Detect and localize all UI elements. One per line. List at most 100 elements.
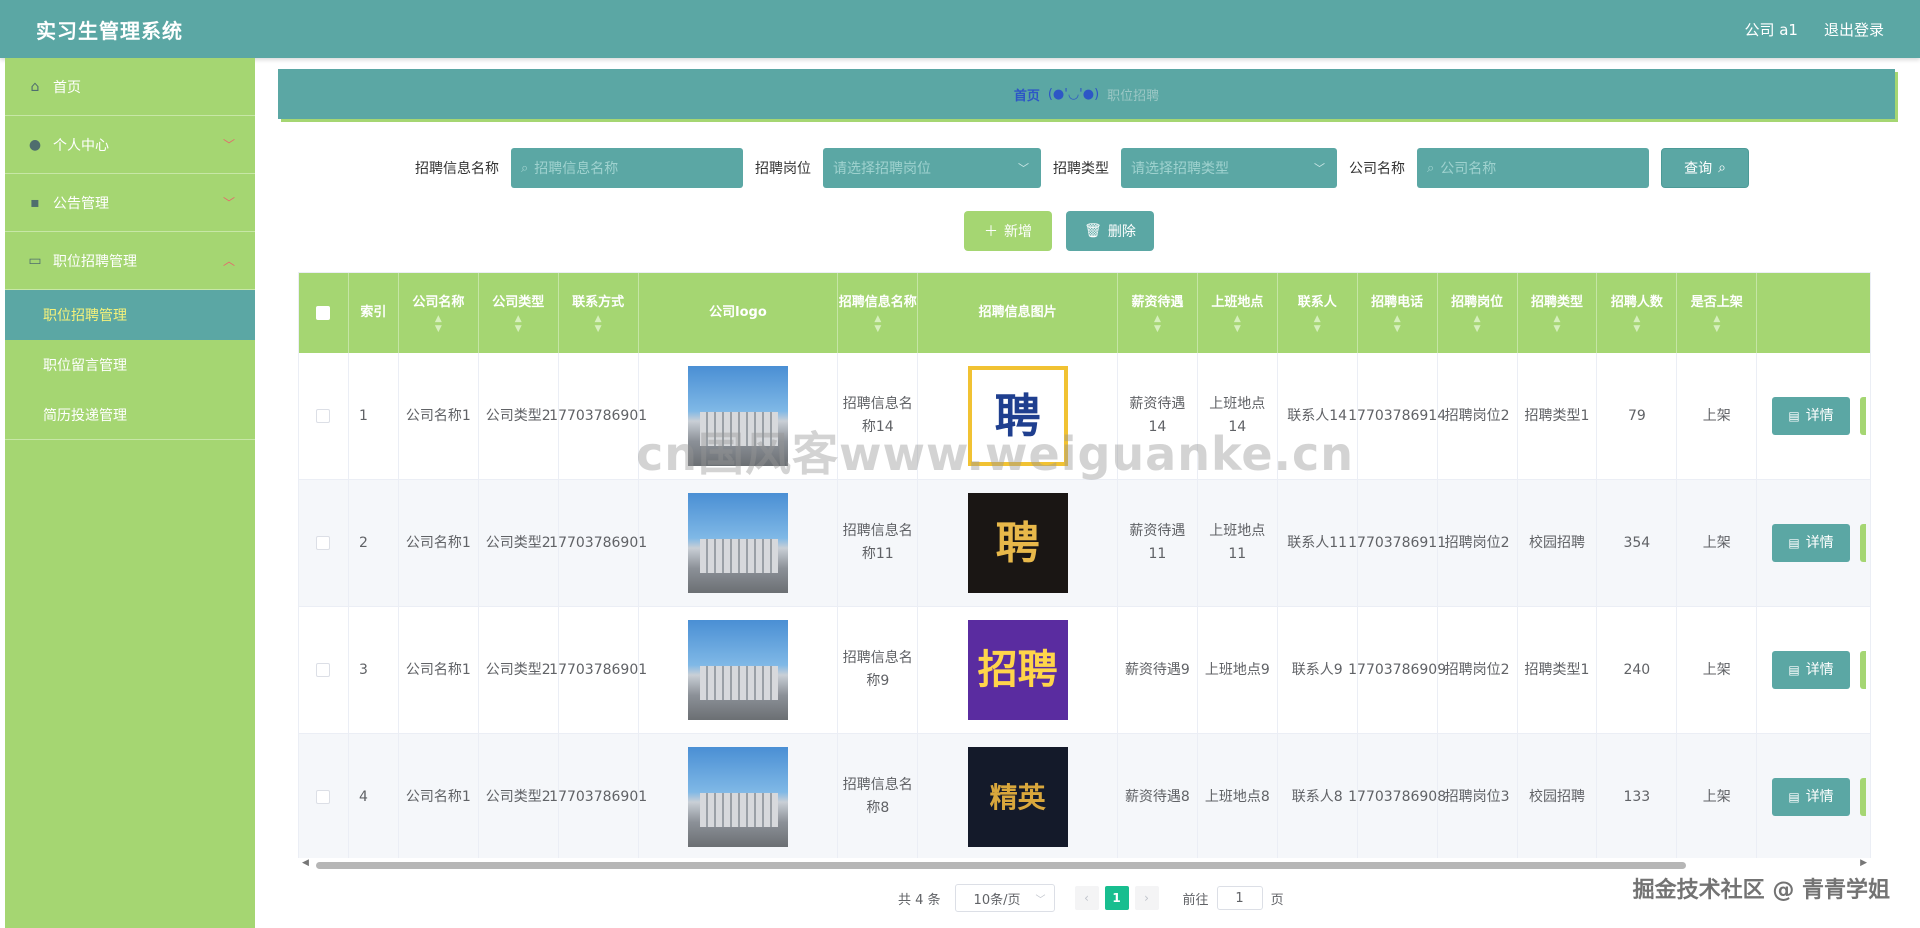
submenu-job-message[interactable]: 职位留言管理 [5,340,255,390]
recruit-poster-image[interactable]: 聘 [967,493,1068,593]
edit-button[interactable] [1860,651,1867,689]
th-logo-label: 公司logo [709,305,767,320]
company-logo-image[interactable] [688,493,788,593]
th-person[interactable]: 联系人 ▲ ▼ [1278,273,1358,353]
table-header: 索引 公司名称 ▲ ▼ 公司类型 ▲ ▼ 联系方式 ▲ ▼ 公司logo 招聘信息名称 ▲ ▼ … [299,273,1870,353]
row-select-cell [299,353,349,479]
app-title: 实习生管理系统 [36,18,183,43]
company-logo-image[interactable] [688,747,788,847]
th-info-pic[interactable]: 招聘信息图片 [918,273,1118,353]
page-number[interactable]: 1 [1104,886,1129,910]
th-contact[interactable]: 联系方式 ▲ ▼ [559,273,639,353]
cell-rtype: 招聘类型1 [1518,353,1598,479]
current-user[interactable]: 公司 a1 [1744,19,1798,40]
edit-button[interactable] [1860,524,1867,562]
row-checkbox[interactable] [316,790,331,804]
name-placeholder: 招聘信息名称 [534,161,619,177]
th-rtype[interactable]: 招聘类型 ▲ ▼ [1518,273,1598,353]
goto-input[interactable]: 1 [1216,886,1263,910]
menu-notice[interactable]: ▪ 公告管理 ﹀ [5,174,255,232]
recruit-poster-image[interactable]: 招聘 [967,620,1068,720]
chevron-up-icon: ︿ [222,254,235,268]
th-online-label: 是否上架 [1690,295,1743,310]
row-select-cell [299,480,349,606]
pager-total: 共 4 条 [898,892,941,908]
logout-button[interactable]: 退出登录 [1824,19,1884,40]
cell-online: 上架 [1677,734,1758,860]
cell-location: 上班地点11 [1198,480,1278,606]
chevron-down-icon: ﹀ [1018,162,1029,175]
page-size-select[interactable]: 10条/页 ﹀ [954,884,1055,912]
prev-page-button[interactable]: ‹ [1074,886,1099,910]
post-select[interactable]: 请选择招聘岗位 ﹀ [823,148,1041,188]
horizontal-scrollbar[interactable]: ◀ ▶ [298,858,1871,872]
cell-contact: 17703786901 [549,353,647,479]
company-search-input[interactable]: ⌕ 公司名称 [1417,148,1649,188]
edit-button[interactable] [1860,397,1867,435]
submenu-resume[interactable]: 简历投递管理 [5,390,255,440]
name-label: 招聘信息名称 [415,161,499,177]
breadcrumb: 首页 (●'◡'●) 职位招聘 [278,69,1895,119]
detail-button[interactable]: ▤ 详情 [1772,524,1851,562]
recruit-poster-image[interactable]: 精英 [967,747,1068,847]
menu-home[interactable]: ⌂ 首页 [5,58,255,116]
document-icon: ▤ [1788,535,1800,550]
goto-label: 前往 [1182,892,1209,908]
add-button[interactable]: ＋ 新增 [964,211,1052,251]
menu-notice-label: 公告管理 [53,195,109,212]
cell-salary: 薪资待遇11 [1118,480,1198,606]
cell-contact: 17703786901 [549,734,647,860]
cell-info-name: 招聘信息名称8 [838,734,919,860]
menu-jobs[interactable]: ▭ 职位招聘管理 ︿ [5,232,255,290]
row-select-cell [299,607,349,733]
cell-company: 公司名称1 [399,353,479,479]
query-button[interactable]: 查询 ⌕ [1661,148,1749,188]
th-salary-label: 薪资待遇 [1131,295,1184,310]
company-logo-image[interactable] [688,620,788,720]
cell-count: 79 [1597,353,1678,479]
th-phone[interactable]: 招聘电话 ▲ ▼ [1358,273,1438,353]
th-actions [1757,273,1870,353]
row-checkbox[interactable] [316,536,331,550]
breadcrumb-home[interactable]: 首页 [1014,85,1040,104]
row-checkbox[interactable] [316,663,331,677]
th-count[interactable]: 招聘人数 ▲ ▼ [1597,273,1678,353]
detail-button[interactable]: ▤ 详情 [1772,397,1851,435]
cell-logo [639,734,839,860]
sort-icon: ▲ ▼ [1553,314,1561,334]
cell-location: 上班地点9 [1198,607,1278,733]
cell-actions: ▤ 详情 [1757,734,1870,860]
chevron-down-icon: ﹀ [222,196,235,210]
plus-icon: ＋ [984,224,998,240]
detail-button[interactable]: ▤ 详情 [1772,778,1851,816]
type-select[interactable]: 请选择招聘类型 ﹀ [1121,148,1337,188]
th-online[interactable]: 是否上架 ▲ ▼ [1677,273,1758,353]
chevron-down-icon: ﹀ [1314,162,1325,175]
edit-button[interactable] [1860,778,1867,816]
scroll-left-icon[interactable]: ◀ [302,858,309,868]
th-post[interactable]: 招聘岗位 ▲ ▼ [1438,273,1518,353]
scrollbar-thumb[interactable] [316,862,1686,869]
next-page-button[interactable]: › [1134,886,1159,910]
cell-actions: ▤ 详情 [1757,607,1870,733]
scroll-right-icon[interactable]: ▶ [1860,858,1867,868]
menu-personal-center[interactable]: ● 个人中心 ﹀ [5,116,255,174]
th-company[interactable]: 公司名称 ▲ ▼ [399,273,479,353]
cell-contact: 17703786901 [549,480,647,606]
th-logo[interactable]: 公司logo [639,273,839,353]
detail-label: 详情 [1805,407,1834,424]
detail-button[interactable]: ▤ 详情 [1772,651,1851,689]
home-icon: ⌂ [30,78,40,95]
th-info-name[interactable]: 招聘信息名称 ▲ ▼ [838,273,919,353]
name-search-input[interactable]: ⌕ 招聘信息名称 [511,148,743,188]
th-count-label: 招聘人数 [1610,295,1663,310]
th-salary[interactable]: 薪资待遇 ▲ ▼ [1118,273,1198,353]
submenu-job-recruit[interactable]: 职位招聘管理 [5,290,255,340]
th-info-pic-label: 招聘信息图片 [978,305,1057,320]
th-ctype[interactable]: 公司类型 ▲ ▼ [479,273,559,353]
th-location[interactable]: 上班地点 ▲ ▼ [1198,273,1278,353]
delete-button[interactable]: 🗑 删除 [1066,211,1154,251]
select-all-checkbox[interactable] [316,306,331,320]
row-checkbox[interactable] [316,409,331,423]
cell-person: 联系人11 [1278,480,1358,606]
